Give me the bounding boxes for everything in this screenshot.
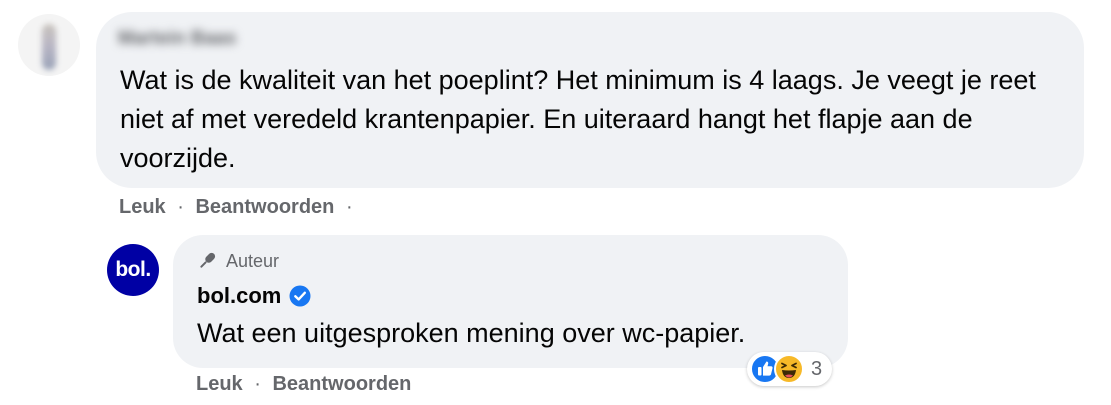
commenter-name-text: Martein Baas bbox=[118, 28, 237, 49]
microphone-icon bbox=[200, 252, 216, 268]
author-badge: Auteur bbox=[196, 250, 279, 272]
separator-dot: · bbox=[254, 373, 261, 395]
like-link[interactable]: Leuk bbox=[196, 373, 243, 395]
reply-link[interactable]: Beantwoorden bbox=[195, 196, 334, 218]
commenter-avatar[interactable] bbox=[18, 14, 80, 76]
separator-dot: · bbox=[177, 196, 184, 218]
reply-link[interactable]: Beantwoorden bbox=[272, 373, 411, 395]
reply-author-name[interactable]: bol.com bbox=[197, 283, 281, 309]
comment-actions: Leuk · Beantwoorden · bbox=[119, 196, 359, 219]
bol-avatar-logo-text: bol. bbox=[115, 258, 151, 281]
commenter-avatar-image bbox=[42, 24, 56, 70]
comment-text: Wat is de kwaliteit van het poeplint? He… bbox=[120, 65, 1036, 173]
reaction-count: 3 bbox=[811, 357, 823, 380]
bol-avatar[interactable]: bol. bbox=[107, 244, 159, 296]
separator-dot: · bbox=[345, 196, 353, 218]
commenter-name[interactable]: Martein Baas bbox=[118, 28, 286, 52]
reply-actions: Leuk · Beantwoorden bbox=[196, 373, 411, 396]
comment-thread: Martein Baas Wat is de kwaliteit van het… bbox=[0, 0, 1111, 405]
like-link[interactable]: Leuk bbox=[119, 196, 166, 218]
reply-author: bol.com bbox=[197, 283, 311, 309]
reply-text: Wat een uitgesproken mening over wc-papi… bbox=[197, 318, 746, 348]
verified-badge-icon bbox=[289, 285, 311, 307]
haha-icon bbox=[774, 354, 804, 384]
author-badge-label: Auteur bbox=[226, 250, 280, 271]
reactions-summary[interactable]: 3 bbox=[747, 352, 833, 386]
